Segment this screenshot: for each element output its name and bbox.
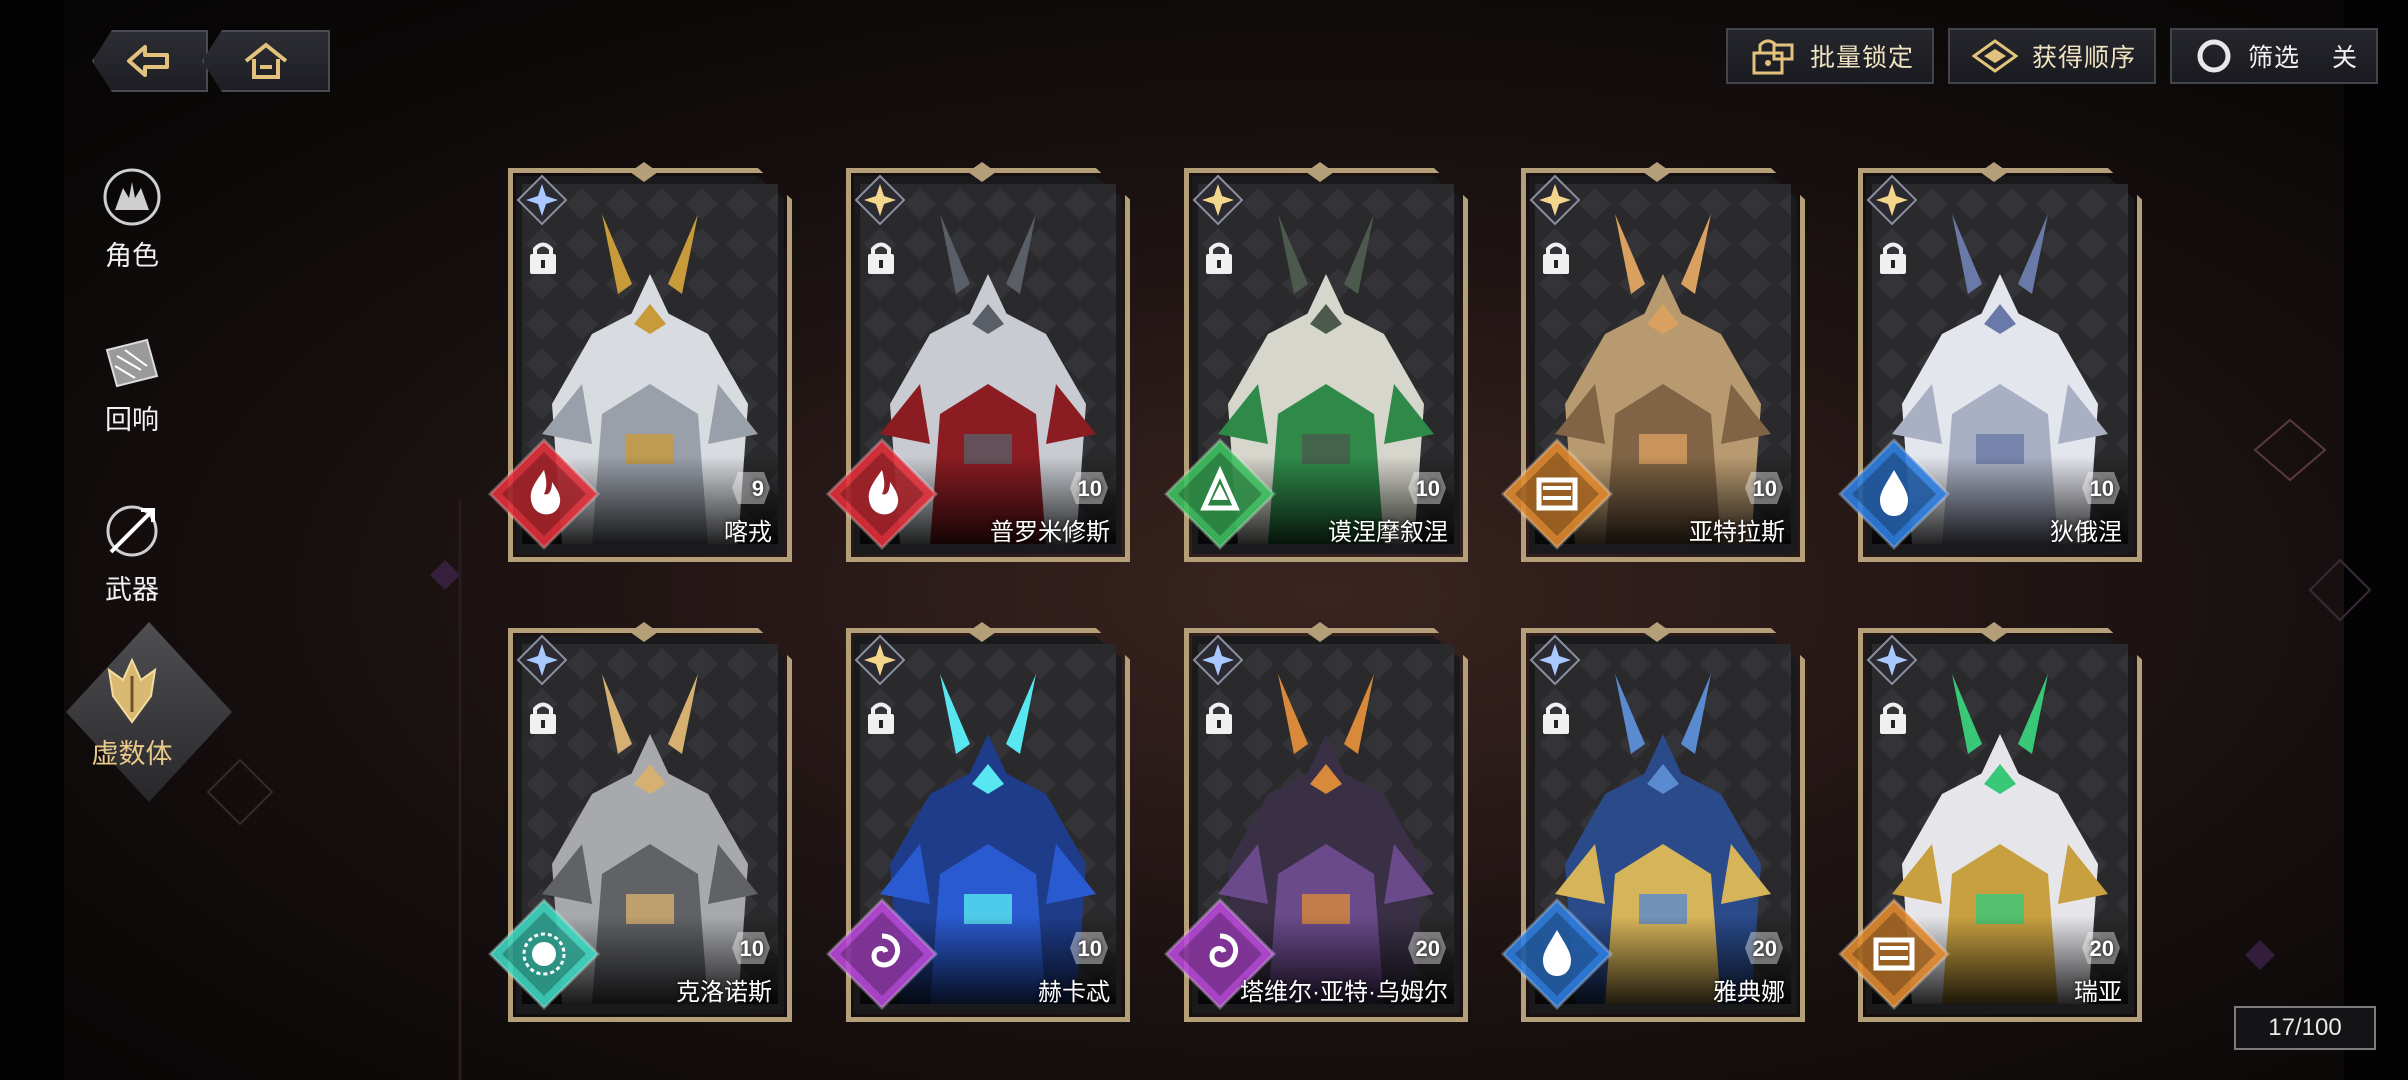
- card-level: 20: [1415, 936, 1440, 961]
- rarity-star-icon: [516, 634, 568, 686]
- acquire-order-label: 获得顺序: [2032, 44, 2137, 72]
- imaginary-card[interactable]: 10 克洛诺斯: [487, 622, 792, 1024]
- sidebar-item-echo[interactable]: 回响: [80, 336, 184, 437]
- lock-icon[interactable]: [864, 240, 898, 276]
- imaginary-card[interactable]: 20 雅典娜: [1500, 622, 1805, 1024]
- card-top-ornament: [1643, 162, 1671, 182]
- card-top-ornament: [1306, 162, 1334, 182]
- filter-label: 筛选: [2248, 44, 2301, 72]
- card-level: 20: [1752, 936, 1777, 961]
- imaginary-card[interactable]: 10 普罗米修斯: [825, 162, 1130, 564]
- card-level: 10: [1077, 476, 1102, 501]
- card-name: 赫卡忒: [1038, 979, 1110, 1006]
- imaginary-card[interactable]: 10 狄俄涅: [1837, 162, 2142, 564]
- sidebar-item-label: 角色: [105, 241, 159, 271]
- card-name: 亚特拉斯: [1689, 519, 1785, 546]
- card-top-ornament: [968, 162, 996, 182]
- card-top-ornament: [1306, 622, 1334, 642]
- sidebar-item-label: 武器: [105, 575, 159, 605]
- weapon-icon: [106, 505, 158, 557]
- rarity-star-icon: [1192, 174, 1244, 226]
- sidebar-item-label: 回响: [105, 405, 159, 435]
- lock-icon[interactable]: [864, 700, 898, 736]
- element-wind-icon: [1163, 437, 1277, 551]
- card-name: 谟涅摩叙涅: [1328, 519, 1448, 546]
- rarity-star-icon: [854, 634, 906, 686]
- lock-icon[interactable]: [526, 700, 560, 736]
- card-level: 10: [739, 936, 764, 961]
- imaginary-card[interactable]: 10 亚特拉斯: [1500, 162, 1805, 564]
- card-name: 喀戎: [724, 519, 772, 546]
- batch-lock-icon: [1752, 39, 1794, 75]
- rarity-star-icon: [1529, 174, 1581, 226]
- back-button[interactable]: [92, 30, 208, 92]
- element-water-icon: [1837, 437, 1951, 551]
- rarity-star-icon: [1192, 634, 1244, 686]
- lock-icon[interactable]: [1876, 700, 1910, 736]
- card-top-ornament: [1980, 162, 2008, 182]
- card-level: 20: [2089, 936, 2114, 961]
- rarity-star-icon: [516, 174, 568, 226]
- lock-icon[interactable]: [1202, 240, 1236, 276]
- imaginary-icon: [107, 657, 157, 724]
- card-name: 狄俄涅: [2050, 519, 2122, 546]
- filter-state-label: 关: [2332, 44, 2359, 72]
- collection-count-text: 17/100: [2268, 1014, 2342, 1041]
- card-name: 克洛诺斯: [676, 979, 772, 1006]
- card-name: 塔维尔·亚特·乌姆尔: [1240, 979, 1448, 1006]
- card-top-ornament: [1980, 622, 2008, 642]
- element-water-icon: [1500, 897, 1614, 1011]
- imaginary-card[interactable]: 20 塔维尔·亚特·乌姆尔: [1163, 622, 1468, 1024]
- card-name: 瑞亚: [2074, 979, 2122, 1006]
- collection-count: 17/100: [2234, 1006, 2376, 1050]
- rarity-star-icon: [1529, 634, 1581, 686]
- element-fire-icon: [825, 437, 939, 551]
- card-top-ornament: [1643, 622, 1671, 642]
- rarity-star-icon: [854, 174, 906, 226]
- card-name: 雅典娜: [1713, 979, 1785, 1006]
- back-arrow-icon: [127, 45, 169, 77]
- sidebar-item-imaginary[interactable]: 虚数体: [80, 656, 184, 771]
- sidebar-item-weapon[interactable]: 武器: [80, 500, 184, 607]
- element-dark-icon: [825, 897, 939, 1011]
- lock-icon[interactable]: [1539, 240, 1573, 276]
- sort-order-icon: [1972, 39, 2018, 73]
- home-icon: [244, 42, 288, 79]
- card-level: 10: [1077, 936, 1102, 961]
- sidebar-item-character[interactable]: 角色: [80, 166, 184, 273]
- card-name: 普罗米修斯: [990, 519, 1110, 546]
- filter-toggle-button[interactable]: 筛选 关: [2170, 28, 2378, 84]
- card-level: 10: [1415, 476, 1440, 501]
- sidebar-item-label: 虚数体: [91, 739, 173, 769]
- home-button[interactable]: [202, 30, 330, 92]
- echo-icon: [105, 338, 159, 388]
- imaginary-card[interactable]: 10 赫卡忒: [825, 622, 1130, 1024]
- card-level: 9: [751, 476, 764, 501]
- element-earth-icon: [1500, 437, 1614, 551]
- character-icon: [103, 168, 161, 226]
- rarity-star-icon: [1866, 174, 1918, 226]
- lock-icon[interactable]: [526, 240, 560, 276]
- card-top-ornament: [630, 162, 658, 182]
- batch-lock-label: 批量锁定: [1810, 44, 1915, 72]
- lock-icon[interactable]: [1539, 700, 1573, 736]
- card-level: 10: [2089, 476, 2114, 501]
- element-light-icon: [487, 897, 601, 1011]
- element-earth-icon: [1837, 897, 1951, 1011]
- imaginary-card[interactable]: 20 瑞亚: [1837, 622, 2142, 1024]
- card-level: 10: [1752, 476, 1777, 501]
- filter-toggle-icon: [2197, 39, 2231, 73]
- lock-icon[interactable]: [1202, 700, 1236, 736]
- batch-lock-button[interactable]: 批量锁定: [1726, 28, 1934, 84]
- acquire-order-button[interactable]: 获得顺序: [1948, 28, 2156, 84]
- imaginary-card[interactable]: 10 谟涅摩叙涅: [1163, 162, 1468, 564]
- imaginary-card[interactable]: 9 喀戎: [487, 162, 792, 564]
- card-top-ornament: [630, 622, 658, 642]
- rarity-star-icon: [1866, 634, 1918, 686]
- element-fire-icon: [487, 437, 601, 551]
- lock-icon[interactable]: [1876, 240, 1910, 276]
- card-top-ornament: [968, 622, 996, 642]
